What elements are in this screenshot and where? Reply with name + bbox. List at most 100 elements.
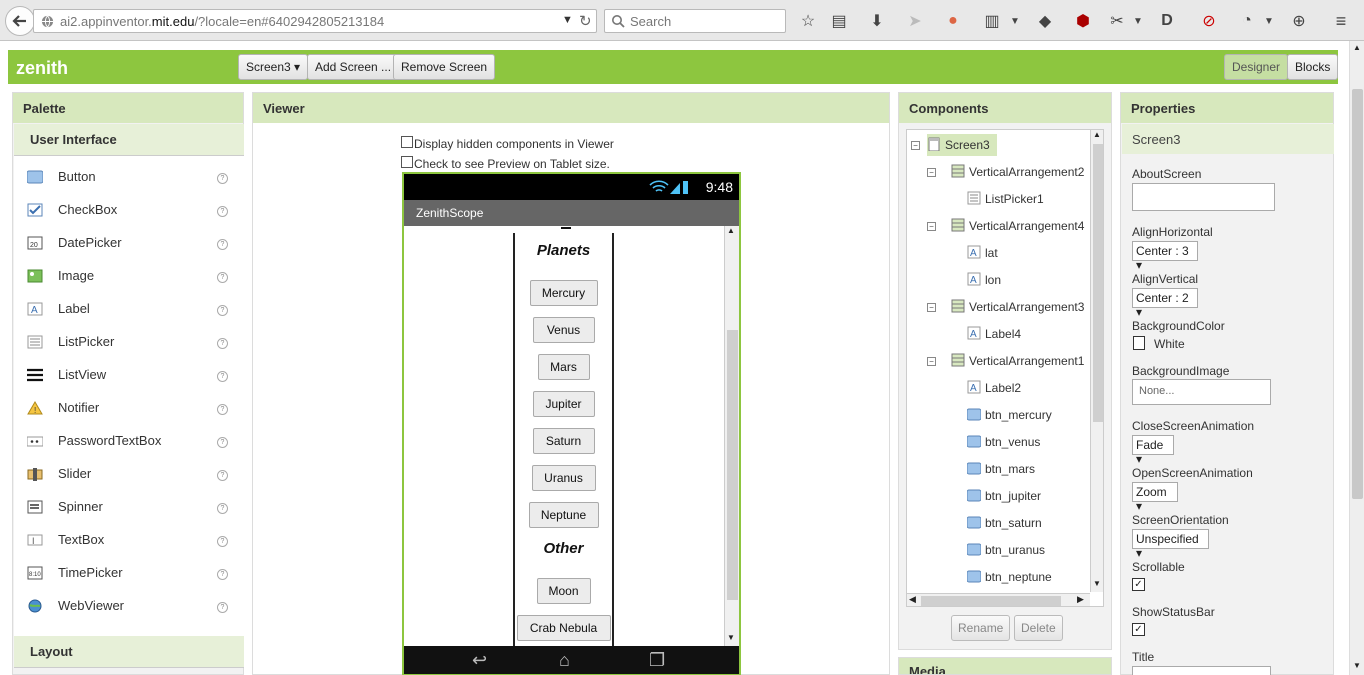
palette-item-timepicker[interactable]: 8:10 TimePicker? xyxy=(14,556,244,589)
bookmark-star-icon[interactable]: ☆ xyxy=(798,11,818,31)
puzzle-icon[interactable]: ◆ xyxy=(1035,11,1055,31)
page-scrollbar[interactable]: ▲ ▼ xyxy=(1349,41,1364,675)
tree-collapse-toggle-icon[interactable]: − xyxy=(927,168,936,177)
tree-scroll-up-icon[interactable]: ▲ xyxy=(1093,130,1101,139)
tree-scroll-left-icon[interactable]: ◀ xyxy=(909,594,916,605)
send-icon[interactable]: ➤ xyxy=(905,11,925,31)
ublock-icon[interactable]: ⬢ xyxy=(1073,11,1093,31)
url-dropdown-icon[interactable]: ▼ xyxy=(562,14,573,26)
designer-button[interactable]: Designer xyxy=(1224,54,1289,80)
tree-collapse-toggle-icon[interactable]: − xyxy=(927,303,936,312)
align-horizontal-select[interactable]: Center : 3 ▾ xyxy=(1132,241,1198,272)
scroll-up-icon[interactable]: ▲ xyxy=(727,226,735,235)
tree-collapse-toggle-icon[interactable]: − xyxy=(927,222,936,231)
palette-item-passwordtextbox[interactable]: PasswordTextBox? xyxy=(14,424,244,457)
help-icon[interactable]: ? xyxy=(217,239,228,250)
add-screen-button[interactable]: Add Screen ... xyxy=(307,54,400,80)
planet-button-uranus[interactable]: Uranus xyxy=(531,465,596,491)
other-button-crab-nebula[interactable]: Crab Nebula xyxy=(516,615,611,641)
palette-item-spinner[interactable]: Spinner? xyxy=(14,490,244,523)
help-icon[interactable]: ? xyxy=(217,437,228,448)
clipboard-dropdown-icon[interactable]: ▼ xyxy=(1005,11,1025,31)
tree-collapse-toggle-icon[interactable]: − xyxy=(927,357,936,366)
planet-button-venus[interactable]: Venus xyxy=(532,317,595,343)
palette-item-textbox[interactable]: I TextBox? xyxy=(14,523,244,556)
palette-item-listview[interactable]: ListView? xyxy=(14,358,244,391)
help-icon[interactable]: ? xyxy=(217,173,228,184)
background-color-swatch[interactable] xyxy=(1133,336,1145,350)
align-vertical-select[interactable]: Center : 2 ▾ xyxy=(1132,288,1198,319)
network-icon[interactable]: ⊕ xyxy=(1289,11,1309,31)
tree-node-screen3[interactable]: Screen3 xyxy=(927,134,997,156)
help-icon[interactable]: ? xyxy=(217,569,228,580)
tools-icon[interactable]: ✂ xyxy=(1107,11,1127,31)
help-icon[interactable]: ? xyxy=(217,404,228,415)
tree-scroll-down-icon[interactable]: ▼ xyxy=(1093,579,1101,588)
planet-button-saturn[interactable]: Saturn xyxy=(532,428,595,454)
hidden-components-checkbox[interactable] xyxy=(401,136,413,148)
page-scroll-down-icon[interactable]: ▼ xyxy=(1353,661,1361,670)
planet-button-neptune[interactable]: Neptune xyxy=(528,502,599,528)
page-scroll-thumb[interactable] xyxy=(1352,89,1363,499)
open-animation-select[interactable]: Zoom ▾ xyxy=(1132,482,1178,513)
help-icon[interactable]: ? xyxy=(217,371,228,382)
palette-item-slider[interactable]: Slider? xyxy=(14,457,244,490)
tree-vscroll-thumb[interactable] xyxy=(1093,144,1103,422)
help-icon[interactable]: ? xyxy=(217,470,228,481)
rename-button[interactable]: Rename xyxy=(951,615,1011,641)
other-button-moon[interactable]: Moon xyxy=(536,578,591,604)
scrollable-checkbox[interactable]: ✓ xyxy=(1132,578,1145,591)
orientation-select[interactable]: Unspecified ▾ xyxy=(1132,529,1209,560)
tree-collapse-toggle-icon[interactable]: − xyxy=(911,141,920,150)
page-scroll-up-icon[interactable]: ▲ xyxy=(1353,43,1361,52)
palette-item-listpicker[interactable]: ListPicker? xyxy=(14,325,244,358)
remove-screen-button[interactable]: Remove Screen xyxy=(393,54,496,80)
palette-item-button[interactable]: Button? xyxy=(14,160,244,193)
category-layout[interactable]: Layout xyxy=(14,636,244,668)
tree-vertical-scrollbar[interactable]: ▲ ▼ xyxy=(1090,130,1103,592)
extension-color-icon[interactable]: ● xyxy=(943,11,963,31)
planet-button-jupiter[interactable]: Jupiter xyxy=(532,391,595,417)
reload-icon[interactable]: ↻ xyxy=(579,12,592,30)
tablet-preview-checkbox[interactable] xyxy=(401,156,413,168)
delete-button[interactable]: Delete xyxy=(1014,615,1063,641)
clipboard-icon[interactable]: ▥ xyxy=(982,11,1002,31)
show-status-bar-checkbox[interactable]: ✓ xyxy=(1132,623,1145,636)
phone-scroll-thumb[interactable] xyxy=(727,330,738,600)
close-animation-select[interactable]: Fade ▾ xyxy=(1132,435,1174,466)
tree-scroll-right-icon[interactable]: ▶ xyxy=(1077,594,1084,605)
back-button[interactable] xyxy=(5,6,35,36)
url-bar[interactable]: ai2.appinventor.mit.edu/?locale=en#64029… xyxy=(33,9,597,33)
palette-item-datepicker[interactable]: 20 DatePicker? xyxy=(14,226,244,259)
help-icon[interactable]: ? xyxy=(217,503,228,514)
search-input[interactable]: Search xyxy=(604,9,786,33)
palette-item-label[interactable]: A Label? xyxy=(14,292,244,325)
screen-select-button[interactable]: Screen3 ▾ xyxy=(238,54,309,80)
planet-button-mars[interactable]: Mars xyxy=(537,354,590,380)
help-icon[interactable]: ? xyxy=(217,338,228,349)
palette-item-webviewer[interactable]: WebViewer? xyxy=(14,589,244,622)
d-extension-icon[interactable]: D xyxy=(1157,11,1177,31)
help-icon[interactable]: ? xyxy=(217,602,228,613)
planet-button-mercury[interactable]: Mercury xyxy=(529,280,598,306)
sync-icon[interactable]: ◔ xyxy=(1237,11,1257,31)
help-icon[interactable]: ? xyxy=(217,206,228,217)
help-icon[interactable]: ? xyxy=(217,536,228,547)
palette-item-image[interactable]: Image? xyxy=(14,259,244,292)
palette-item-checkbox[interactable]: CheckBox? xyxy=(14,193,244,226)
tree-horizontal-scrollbar[interactable]: ◀ ▶ xyxy=(907,593,1090,606)
tools-dropdown-icon[interactable]: ▼ xyxy=(1128,11,1148,31)
category-user-interface[interactable]: User Interface xyxy=(14,124,244,156)
phone-scrollbar[interactable]: ▲ ▼ xyxy=(724,226,739,646)
no-script-icon[interactable]: ⊘ xyxy=(1199,11,1219,31)
menu-icon[interactable]: ≡ xyxy=(1331,11,1351,31)
about-screen-textarea[interactable] xyxy=(1132,183,1275,211)
planets-arrangement[interactable]: Planets Mercury Venus Mars Jupiter Saturn Ura… xyxy=(513,233,614,653)
background-image-input[interactable]: None... xyxy=(1132,379,1271,405)
download-icon[interactable]: ⬇ xyxy=(867,11,887,31)
tree-hscroll-thumb[interactable] xyxy=(921,596,1061,606)
blocks-button[interactable]: Blocks xyxy=(1287,54,1339,80)
palette-item-notifier[interactable]: ! Notifier? xyxy=(14,391,244,424)
scroll-down-icon[interactable]: ▼ xyxy=(727,633,735,642)
title-input[interactable] xyxy=(1132,666,1271,675)
